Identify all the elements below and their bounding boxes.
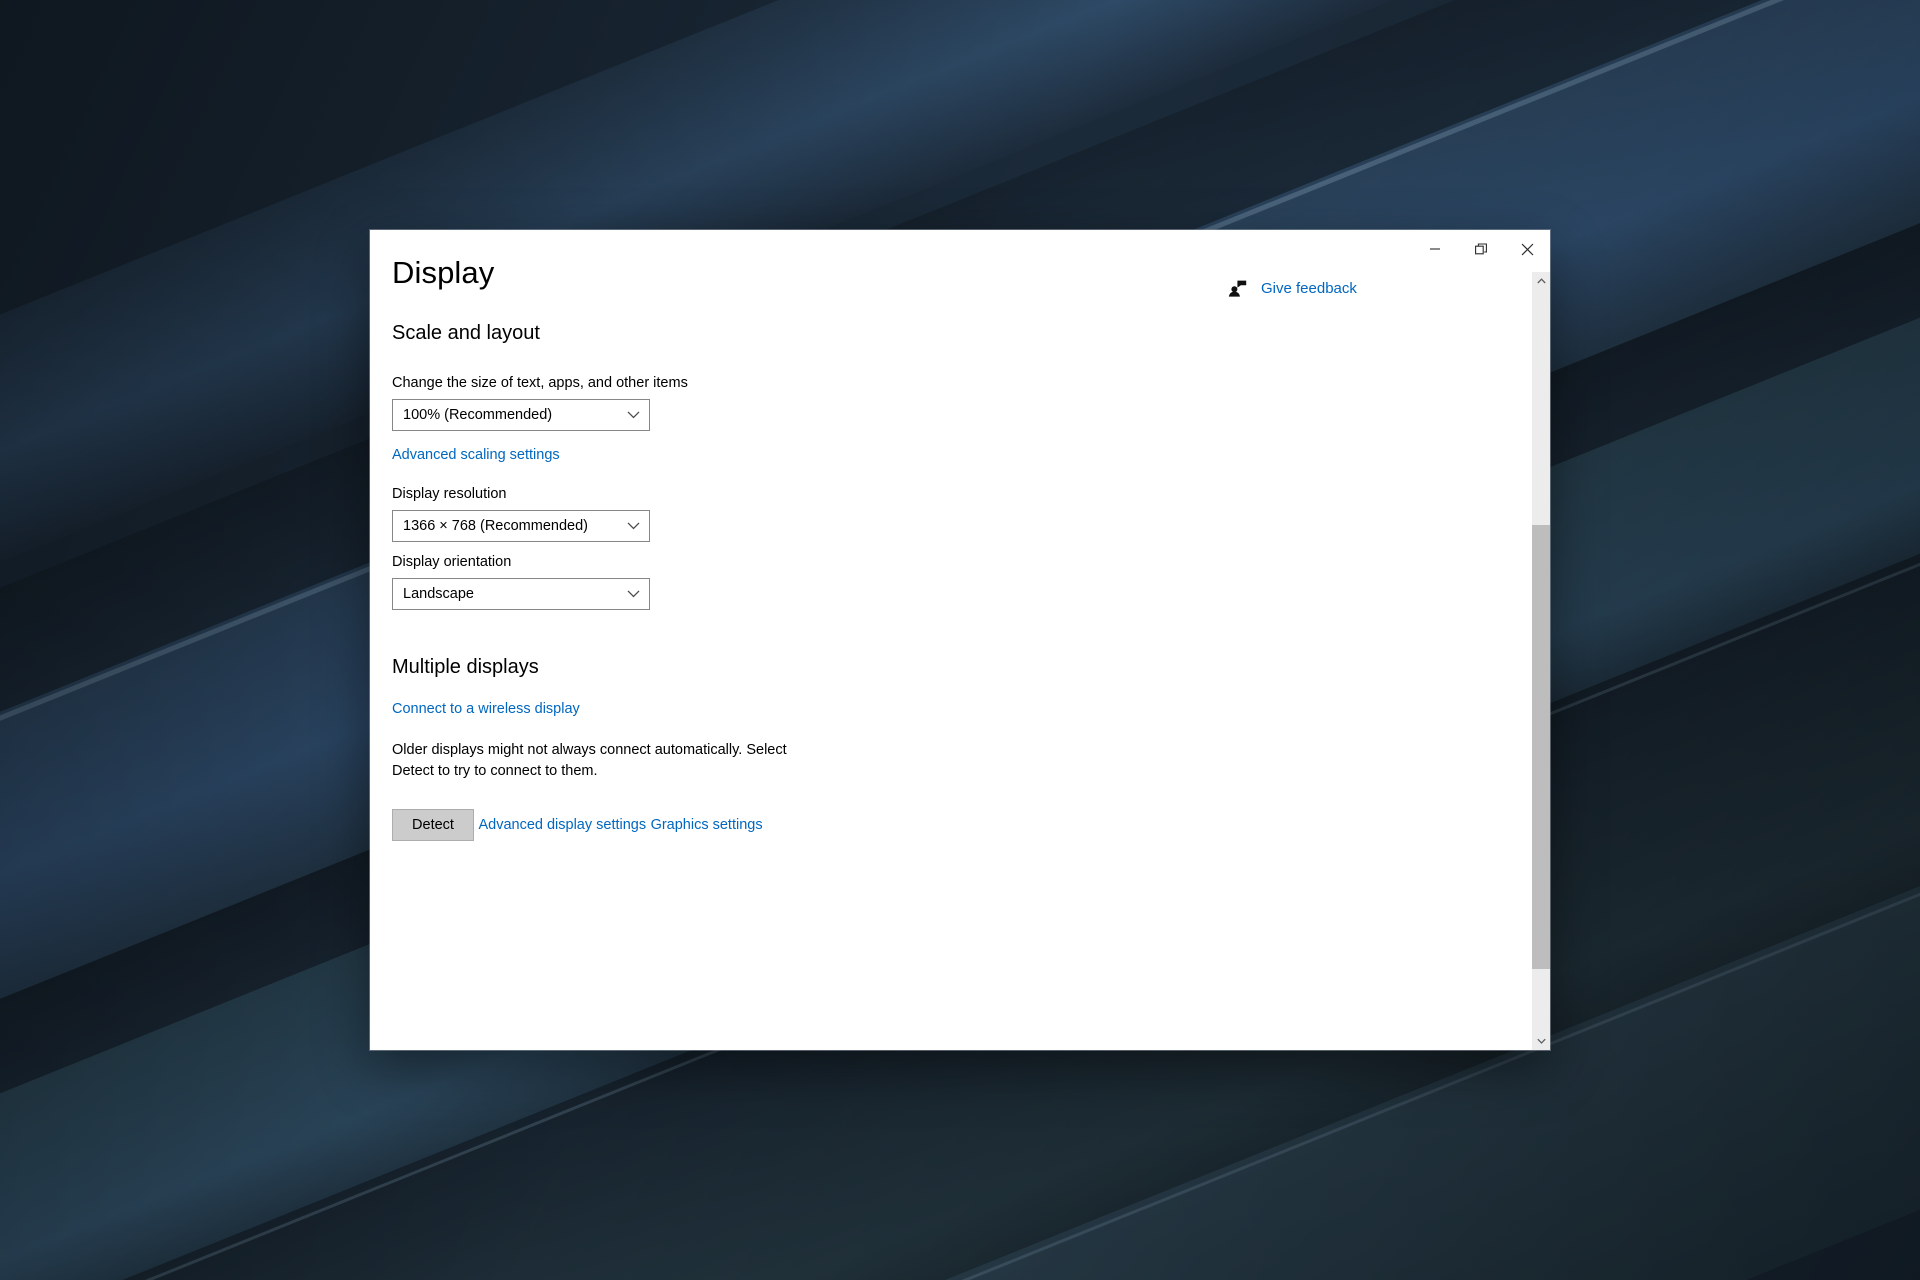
- scale-dropdown-value: 100% (Recommended): [403, 407, 553, 423]
- resolution-dropdown-value: 1366 × 768 (Recommended): [403, 518, 588, 534]
- close-icon: [1521, 243, 1533, 255]
- detect-button[interactable]: Detect: [392, 809, 474, 842]
- chevron-up-icon: [1536, 278, 1546, 284]
- advanced-display-settings-link[interactable]: Advanced display settings: [478, 817, 646, 833]
- scale-and-layout-heading: Scale and layout: [392, 322, 540, 344]
- graphics-settings-link[interactable]: Graphics settings: [651, 817, 763, 833]
- chevron-down-icon: [627, 411, 640, 420]
- restore-icon: [1474, 242, 1487, 254]
- page-title: Display: [392, 255, 495, 290]
- window-titlebar: [370, 230, 1550, 276]
- resolution-dropdown[interactable]: 1366 × 768 (Recommended): [392, 510, 650, 542]
- multiple-displays-heading: Multiple displays: [392, 656, 539, 678]
- close-button[interactable]: [1504, 230, 1550, 268]
- chevron-down-icon: [627, 522, 640, 531]
- advanced-scaling-settings-link[interactable]: Advanced scaling settings: [392, 447, 560, 463]
- minimize-button[interactable]: [1412, 230, 1458, 268]
- scrollbar-up-arrow[interactable]: [1532, 272, 1550, 290]
- chevron-down-icon: [1536, 1038, 1546, 1044]
- minimize-icon: [1430, 248, 1440, 250]
- settings-content-pane: Scale and layout Change the size of text…: [370, 322, 1528, 1050]
- scrollbar-down-arrow[interactable]: [1532, 1032, 1550, 1050]
- display-settings-window: Display Give feedback Scale and layout C…: [370, 230, 1550, 1050]
- scale-dropdown[interactable]: 100% (Recommended): [392, 399, 650, 431]
- detect-description: Older displays might not always connect …: [392, 742, 787, 779]
- content-scrollbar[interactable]: [1532, 272, 1550, 1050]
- orientation-field-label: Display orientation: [392, 554, 512, 570]
- give-feedback-button[interactable]: Give feedback: [1228, 280, 1357, 297]
- scrollbar-thumb[interactable]: [1532, 525, 1550, 969]
- chevron-down-icon: [627, 590, 640, 599]
- restore-button[interactable]: [1458, 230, 1504, 268]
- orientation-dropdown[interactable]: Landscape: [392, 578, 650, 610]
- scale-field-label: Change the size of text, apps, and other…: [392, 375, 688, 391]
- give-feedback-label: Give feedback: [1261, 280, 1357, 297]
- connect-wireless-display-link[interactable]: Connect to a wireless display: [392, 701, 580, 717]
- resolution-field-label: Display resolution: [392, 486, 507, 502]
- feedback-person-icon: [1228, 280, 1247, 297]
- orientation-dropdown-value: Landscape: [403, 586, 474, 602]
